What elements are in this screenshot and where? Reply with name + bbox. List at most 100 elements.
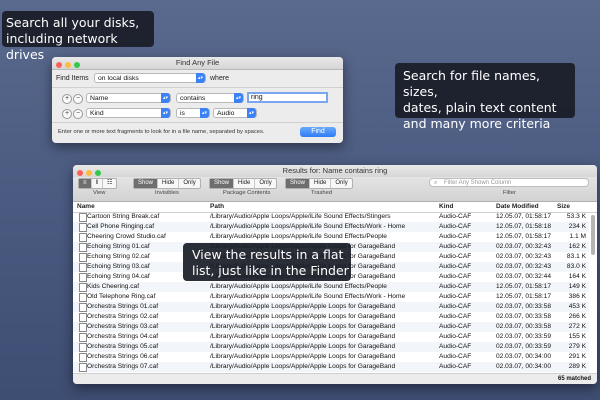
column-header-size[interactable]: Size: [557, 203, 570, 210]
column-header-name[interactable]: Name: [77, 203, 95, 210]
operator-popup[interactable]: contains ▴▾: [176, 93, 244, 103]
column-header-kind[interactable]: Kind: [439, 203, 453, 210]
cell-size: 155 K: [568, 333, 586, 340]
minimize-button[interactable]: [65, 62, 71, 68]
callout-line: Search for file names, sizes,: [403, 68, 541, 99]
table-row[interactable]: Orchestra Strings 04.caf/Library/Audio/A…: [73, 332, 589, 342]
cell-date-modified: 12.05.07, 01:58:18: [496, 223, 551, 230]
add-criterion-button[interactable]: +: [62, 109, 72, 119]
invisibles-only[interactable]: Only: [179, 179, 199, 188]
zoom-button[interactable]: [95, 170, 101, 176]
cell-path: /Library/Audio/Apple Loops/Apple/Apple L…: [210, 353, 396, 360]
cell-name: Orchestra Strings 04.caf: [87, 333, 159, 340]
kind-value: Audio: [217, 110, 235, 117]
cell-kind: Audio-CAF: [439, 283, 472, 290]
chevron-updown-icon: ▴▾: [234, 93, 243, 103]
column-header-path[interactable]: Path: [210, 203, 224, 210]
cell-kind: Audio-CAF: [439, 253, 472, 260]
cell-date-modified: 02.03.07, 00:32:43: [496, 263, 551, 270]
table-row[interactable]: Orchestra Strings 02.caf/Library/Audio/A…: [73, 312, 589, 322]
document-icon: [79, 253, 87, 262]
cell-size: 53.3 K: [566, 213, 586, 220]
vertical-scrollbar[interactable]: [591, 213, 596, 373]
close-button[interactable]: [77, 170, 83, 176]
cell-name: Kids Cheering.caf: [87, 283, 140, 290]
minimize-button[interactable]: [86, 170, 92, 176]
view-mode-control[interactable]: ≡ ‖ ☷: [78, 178, 118, 189]
cell-size: 291 K: [568, 353, 586, 360]
cell-kind: Audio-CAF: [439, 353, 472, 360]
trashed-show[interactable]: Show: [286, 179, 311, 188]
tree-view-icon[interactable]: ☷: [103, 179, 116, 188]
cell-kind: Audio-CAF: [439, 213, 472, 220]
status-bar: 65 matched: [73, 373, 597, 384]
cell-kind: Audio-CAF: [439, 263, 472, 270]
cell-size: 386 K: [568, 293, 586, 300]
table-row[interactable]: Cell Phone Ringing.caf/Library/Audio/App…: [73, 222, 589, 232]
table-row[interactable]: Orchestra Strings 07.caf/Library/Audio/A…: [73, 362, 589, 372]
table-row[interactable]: Orchestra Strings 01.caf/Library/Audio/A…: [73, 302, 589, 312]
cell-size: 289 K: [568, 363, 586, 370]
document-icon: [79, 223, 87, 232]
document-icon: [79, 333, 87, 342]
chevron-updown-icon: ▴▾: [161, 108, 170, 118]
results-toolbar: ≡ ‖ ☷ View Show Hide Only Invisibles Sho…: [73, 177, 597, 202]
package-hide[interactable]: Hide: [234, 179, 256, 188]
scrollbar-thumb[interactable]: [591, 215, 595, 255]
close-button[interactable]: [56, 62, 62, 68]
document-icon: [79, 353, 87, 362]
location-popup[interactable]: on local disks ▴▾: [94, 73, 206, 83]
table-row[interactable]: Cheering Crowd Studio.caf/Library/Audio/…: [73, 232, 589, 242]
cell-kind: Audio-CAF: [439, 273, 472, 280]
trashed-only[interactable]: Only: [331, 179, 351, 188]
find-window: Find Any File Find Items on local disks …: [52, 57, 343, 143]
package-show[interactable]: Show: [210, 179, 235, 188]
add-criterion-button[interactable]: +: [62, 94, 72, 104]
trashed-hide[interactable]: Hide: [310, 179, 332, 188]
trashed-control[interactable]: Show Hide Only: [285, 178, 353, 189]
table-row[interactable]: Orchestra Strings 03.caf/Library/Audio/A…: [73, 322, 589, 332]
cell-date-modified: 12.05.07, 01:58:17: [496, 233, 551, 240]
table-row[interactable]: Orchestra Strings 05.caf/Library/Audio/A…: [73, 342, 589, 352]
filter-input[interactable]: ⌕ Filter Any Shown Column: [429, 178, 589, 187]
name-search-input[interactable]: ring: [247, 92, 328, 103]
table-row[interactable]: Old Telephone Ring.caf/Library/Audio/App…: [73, 292, 589, 302]
window-controls: [56, 60, 83, 72]
remove-criterion-button[interactable]: −: [73, 109, 83, 119]
location-value: on local disks: [98, 75, 139, 82]
kind-value-popup[interactable]: Audio ▴▾: [213, 108, 257, 118]
column-view-icon[interactable]: ‖: [92, 179, 103, 188]
document-icon: [79, 363, 87, 372]
operator-popup[interactable]: is ▴▾: [176, 108, 210, 118]
cell-date-modified: 12.05.07, 01:58:17: [496, 213, 551, 220]
cell-date-modified: 02.03.07, 00:33:58: [496, 323, 551, 330]
cell-path: /Library/Audio/Apple Loops/Apple/iLife S…: [210, 213, 391, 220]
attribute-popup[interactable]: Kind ▴▾: [86, 108, 171, 118]
package-only[interactable]: Only: [255, 179, 275, 188]
document-icon: [79, 273, 87, 282]
list-view-icon[interactable]: ≡: [79, 179, 92, 188]
table-row[interactable]: Cartoon String Break.caf/Library/Audio/A…: [73, 212, 589, 222]
attribute-popup[interactable]: Name ▴▾: [86, 93, 171, 103]
zoom-button[interactable]: [74, 62, 80, 68]
package-contents-control[interactable]: Show Hide Only: [209, 178, 277, 189]
find-button[interactable]: Find: [300, 127, 336, 137]
hint-text: Enter one or more text fragments to look…: [58, 129, 265, 135]
cell-kind: Audio-CAF: [439, 303, 472, 310]
document-icon: [79, 343, 87, 352]
column-header-date-modified[interactable]: Date Modified: [496, 203, 539, 210]
invisibles-hide[interactable]: Hide: [158, 179, 180, 188]
invisibles-show[interactable]: Show: [134, 179, 159, 188]
cell-kind: Audio-CAF: [439, 243, 472, 250]
search-icon: ⌕: [434, 180, 438, 186]
cell-size: 234 K: [568, 223, 586, 230]
divider: [52, 122, 343, 123]
remove-criterion-button[interactable]: −: [73, 94, 83, 104]
cell-size: 164 K: [568, 273, 586, 280]
table-row[interactable]: Orchestra Strings 06.caf/Library/Audio/A…: [73, 352, 589, 362]
table-row[interactable]: Kids Cheering.caf/Library/Audio/Apple Lo…: [73, 282, 589, 292]
invisibles-control[interactable]: Show Hide Only: [133, 178, 201, 189]
cell-name: Cell Phone Ringing.caf: [87, 223, 155, 230]
cell-date-modified: 02.03.07, 00:34:00: [496, 363, 551, 370]
cell-name: Old Telephone Ring.caf: [87, 293, 156, 300]
